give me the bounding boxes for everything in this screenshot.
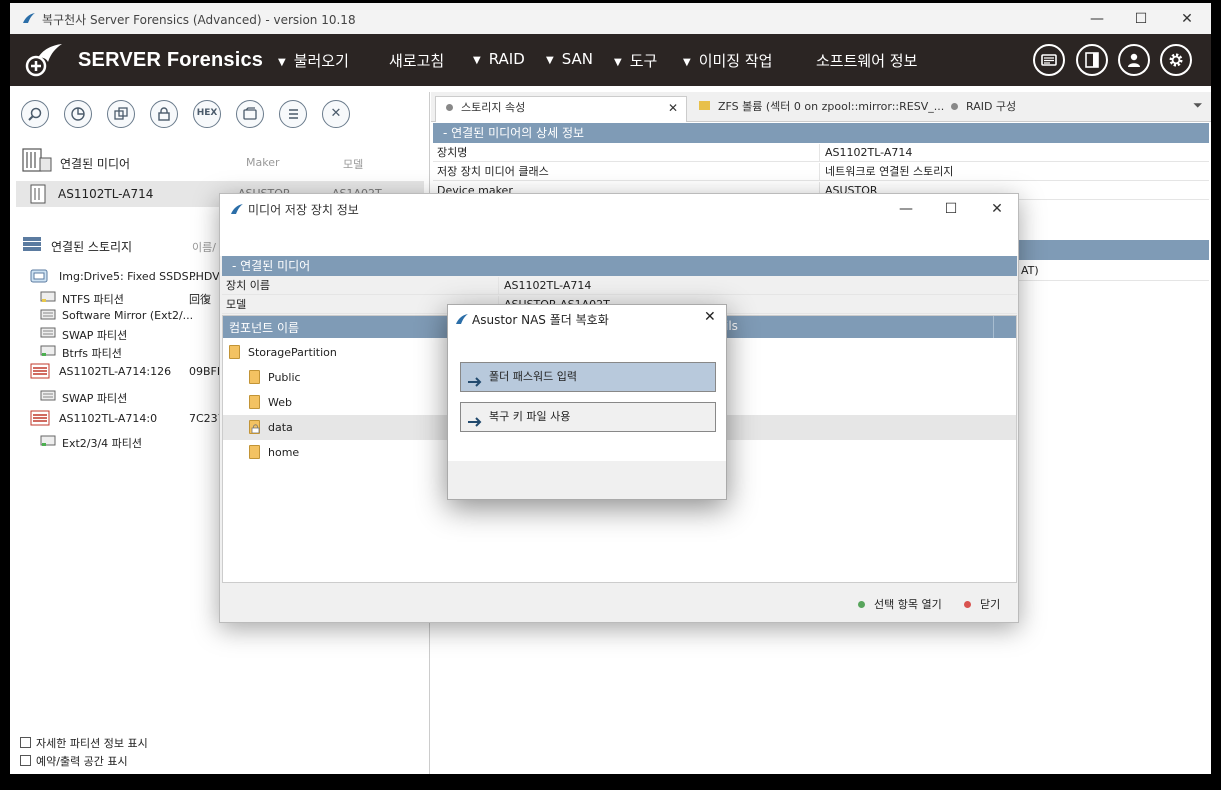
arrow-right-icon	[467, 371, 483, 399]
image-icon[interactable]	[236, 100, 264, 128]
close-window-button[interactable]: ✕	[1164, 7, 1210, 31]
disk-icon	[30, 269, 48, 286]
green-dot-icon	[858, 601, 865, 608]
hex-button[interactable]: HEX	[193, 100, 221, 128]
close-dialog-button[interactable]: 닫기	[964, 596, 1000, 612]
folder-icon	[249, 370, 260, 384]
detail-partition-checkbox[interactable]	[20, 737, 31, 748]
server-icon	[30, 410, 50, 429]
partition-icon	[40, 291, 56, 306]
partition-icon	[40, 327, 56, 342]
folder-icon	[699, 101, 710, 110]
menu-imaging[interactable]: ▼ 이미징 작업	[683, 50, 772, 71]
decrypt-close-button[interactable]: ✕	[704, 309, 716, 325]
menu-tools[interactable]: ▼ 도구	[614, 50, 657, 71]
partition-icon	[40, 435, 56, 450]
settings-icon[interactable]	[1160, 44, 1192, 76]
window-title: 복구천사 Server Forensics (Advanced) - versi…	[42, 13, 356, 27]
dialog-title: 미디어 저장 장치 정보	[248, 203, 359, 217]
media-col-model: 모델	[343, 158, 364, 171]
detail-section-header[interactable]: - 연결된 미디어의 상세 정보	[433, 123, 1209, 143]
minimize-button[interactable]: —	[1074, 7, 1120, 31]
storage-col: 이름/	[192, 241, 216, 254]
tab-storage-props[interactable]: 스토리지 속성 ✕	[435, 96, 687, 122]
search-icon[interactable]	[21, 100, 49, 128]
tab-raid-config[interactable]: RAID 구성	[951, 96, 1016, 122]
folder-icon	[229, 345, 240, 359]
maximize-button[interactable]: ☐	[1118, 7, 1164, 31]
decrypt-dialog: Asustor NAS 폴더 복호화 ✕ 폴더 패스워드 입력 복구 키 파일 …	[447, 304, 727, 500]
folder-icon	[249, 395, 260, 409]
media-server-icon	[22, 148, 52, 175]
reserved-space-checkbox[interactable]	[20, 755, 31, 766]
recovery-key-option[interactable]: 복구 키 파일 사용	[460, 402, 716, 432]
folder-icon	[249, 445, 260, 459]
app-logo-icon	[22, 12, 36, 24]
tab-close-icon[interactable]: ✕	[668, 97, 678, 119]
menu-san[interactable]: ▼ SAN	[546, 50, 593, 68]
partition-icon	[40, 390, 56, 405]
reserved-space-label: 예약/출력 공간 표시	[36, 755, 128, 768]
media-prop-row: 장치 이름 AS1102TL-A714	[222, 277, 1017, 295]
col-component-name: 컴포넌트 이름	[229, 321, 300, 335]
menu-load[interactable]: ▼ 불러오기	[278, 50, 349, 71]
media-section-header[interactable]: - 연결된 미디어	[222, 256, 1017, 276]
partition-icon	[40, 309, 56, 324]
list-icon[interactable]	[279, 100, 307, 128]
menu-software-info[interactable]: 소프트웨어 정보	[816, 50, 917, 71]
nas-icon	[30, 184, 46, 207]
chart-icon[interactable]	[64, 100, 92, 128]
menu-raid[interactable]: ▼ RAID	[473, 50, 525, 68]
arrow-right-icon	[467, 411, 483, 439]
prop-row: 저장 장치 미디어 클래스 네트워크로 연결된 스토리지	[433, 163, 1209, 181]
storage-header: 연결된 스토리지	[51, 240, 133, 254]
app-window: 복구천사 Server Forensics (Advanced) - versi…	[10, 3, 1211, 774]
detail-partition-label: 자세한 파티션 정보 표시	[36, 737, 148, 750]
drive-icon[interactable]	[1033, 44, 1065, 76]
user-icon[interactable]	[1118, 44, 1150, 76]
detail-section-bar-2	[1019, 240, 1209, 260]
partition-icon	[40, 345, 56, 360]
red-dot-icon	[964, 601, 971, 608]
app-logo-icon	[455, 313, 469, 325]
brand-name: SERVER Forensics	[78, 49, 264, 71]
media-header: 연결된 미디어	[60, 157, 131, 171]
folder-password-option[interactable]: 폴더 패스워드 입력	[460, 362, 716, 392]
menu-bar: SERVER Forensics ▼ 불러오기 새로고침 ▼ RAID ▼ SAN ▼…	[10, 34, 1211, 86]
media-name: AS1102TL-A714	[58, 187, 154, 201]
dialog-maximize-button[interactable]: ☐	[931, 196, 971, 222]
tab-zfs-volume[interactable]: ZFS 볼륨 (섹터 0 on zpool::mirror::RESV_...	[699, 96, 944, 122]
app-logo-icon	[230, 203, 244, 215]
prop-row: 장치명 AS1102TL-A714	[433, 144, 1209, 162]
open-selected-button[interactable]: 선택 항목 열기	[858, 596, 942, 612]
decrypt-title: Asustor NAS 폴더 복호화	[472, 313, 609, 327]
title-bar: 복구천사 Server Forensics (Advanced) - versi…	[10, 3, 1211, 34]
dialog-minimize-button[interactable]: —	[886, 196, 926, 222]
server-icon	[30, 363, 50, 382]
tab-menu-icon[interactable]: ⏷	[1193, 98, 1203, 113]
media-col-maker: Maker	[246, 156, 280, 169]
locked-folder-icon	[249, 420, 260, 434]
panel-icon[interactable]	[1076, 44, 1108, 76]
dialog-close-button[interactable]: ✕	[977, 196, 1017, 222]
lock-icon[interactable]	[150, 100, 178, 128]
close-icon[interactable]: ✕	[322, 100, 350, 128]
copy-icon[interactable]	[107, 100, 135, 128]
brand-logo-icon	[24, 42, 64, 78]
detail-tail-text: AT)	[1021, 264, 1039, 277]
menu-refresh[interactable]: 새로고침	[389, 50, 444, 71]
storage-icon	[22, 236, 42, 255]
